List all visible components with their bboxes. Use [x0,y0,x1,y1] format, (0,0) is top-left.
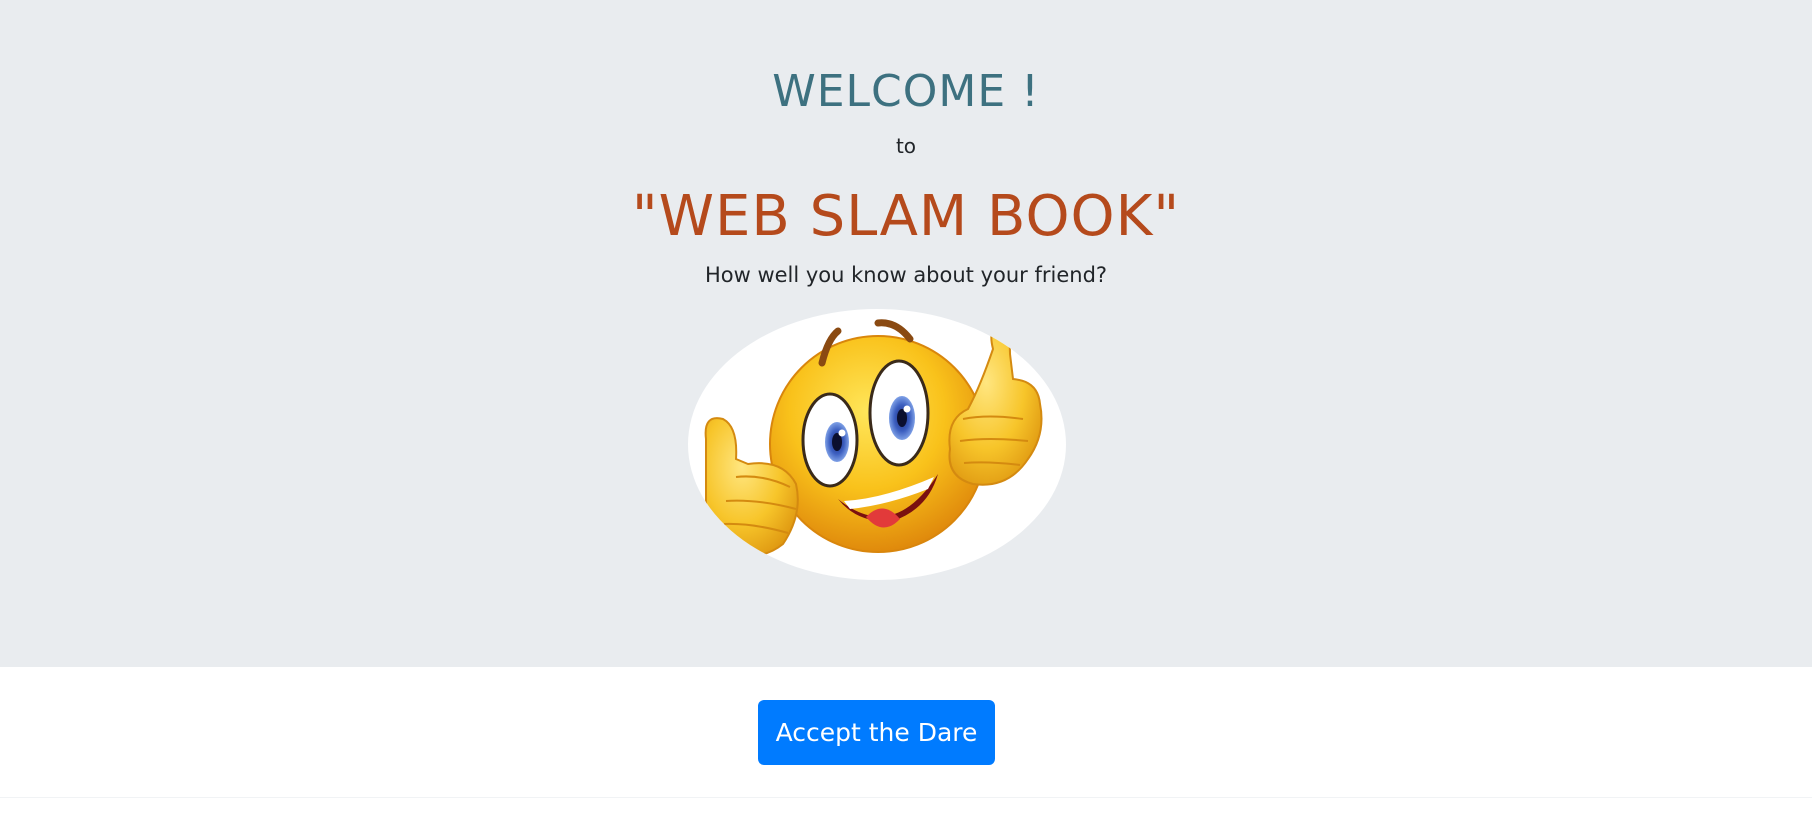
divider [0,797,1812,798]
hero-section: WELCOME ! to "WEB SLAM BOOK" How well yo… [0,0,1812,667]
accept-dare-button[interactable]: Accept the Dare [758,700,995,765]
welcome-heading: WELCOME ! [772,66,1040,117]
thumbs-up-smiley-icon [688,309,1066,580]
page-title: "WEB SLAM BOOK" [631,184,1181,249]
tagline: How well you know about your friend? [704,263,1108,287]
to-text: to [895,134,917,158]
